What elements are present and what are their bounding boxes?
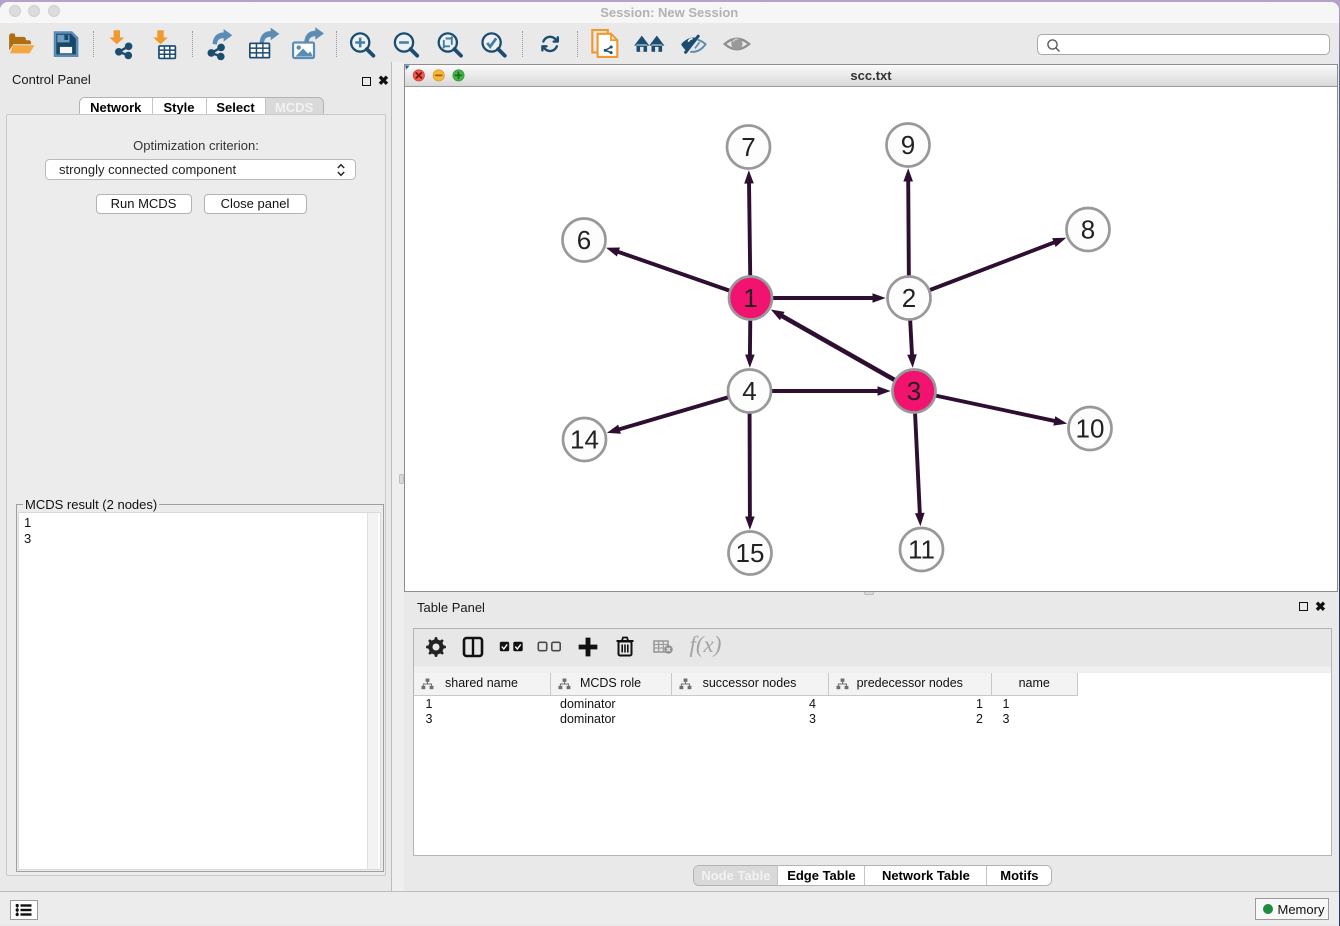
svg-text:4: 4 [742,376,756,406]
svg-text:8: 8 [1081,215,1095,245]
svg-text:7: 7 [741,132,755,162]
svg-text:2: 2 [902,283,916,313]
svg-text:1: 1 [743,283,757,313]
svg-text:6: 6 [577,225,591,255]
svg-text:10: 10 [1076,414,1105,444]
svg-text:9: 9 [901,130,915,160]
svg-text:15: 15 [736,538,765,568]
svg-text:3: 3 [907,376,921,406]
svg-text:11: 11 [908,535,935,565]
svg-text:14: 14 [570,425,599,455]
